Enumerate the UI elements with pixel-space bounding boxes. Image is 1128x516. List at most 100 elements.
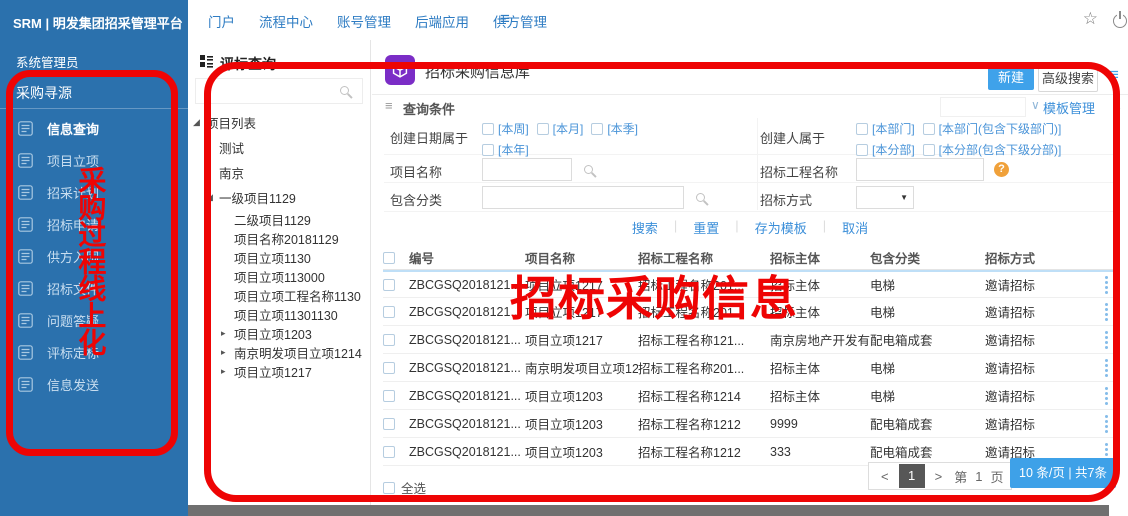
nav-item[interactable]: 流程中心 xyxy=(259,11,313,31)
template-select-input[interactable] xyxy=(940,97,1026,117)
row-checkbox[interactable] xyxy=(383,446,395,458)
tender-method-select[interactable]: ▼ xyxy=(856,186,914,209)
checkbox-option[interactable]: [本月] xyxy=(537,120,584,137)
new-button[interactable]: 新建 xyxy=(988,66,1034,90)
row-actions-icon[interactable] xyxy=(1105,303,1108,306)
page-number-input[interactable]: 1 xyxy=(971,469,986,484)
tree-collapsed-icon[interactable]: ▸ xyxy=(221,366,234,377)
tender-project-input[interactable] xyxy=(856,158,984,181)
list-view-icon[interactable]: ≡ xyxy=(1109,65,1119,85)
action-3[interactable]: 取消 xyxy=(842,218,868,237)
select-all-checkbox[interactable] xyxy=(383,482,395,494)
action-2[interactable]: 存为模板 xyxy=(755,218,807,237)
sidebar-item[interactable]: 供方入围› xyxy=(0,240,188,272)
tree-node[interactable]: ▸测试 xyxy=(188,135,371,160)
tree-node[interactable]: 项目立项1130 xyxy=(188,248,371,267)
row-checkbox[interactable] xyxy=(383,390,395,402)
header-checkbox[interactable] xyxy=(383,252,395,264)
help-icon[interactable]: ? xyxy=(994,162,1009,177)
checkbox[interactable] xyxy=(537,123,549,135)
table-row[interactable]: ZBCGSQ2018121...南京明发项目立项12...招标工程名称201..… xyxy=(383,354,1120,382)
row-actions-icon[interactable] xyxy=(1105,359,1108,362)
logout-power-icon[interactable] xyxy=(1113,14,1127,28)
row-checkbox[interactable] xyxy=(383,418,395,430)
tree-node[interactable]: 二级项目1129 xyxy=(188,210,371,229)
row-actions-icon[interactable] xyxy=(1105,331,1108,334)
checkbox[interactable] xyxy=(856,144,868,156)
tree-collapsed-icon[interactable]: ▸ xyxy=(206,142,219,153)
sidebar-item[interactable]: 招标文件› xyxy=(0,272,188,304)
checkbox[interactable] xyxy=(923,123,935,135)
action-0[interactable]: 搜索 xyxy=(632,218,658,237)
tree-collapsed-icon[interactable]: ▸ xyxy=(221,328,234,339)
tree-node[interactable]: ◢一级项目1129 xyxy=(188,185,371,210)
tree-node[interactable]: 项目名称20181129 xyxy=(188,229,371,248)
page-current-button[interactable]: 1 xyxy=(899,464,925,488)
page-next-button[interactable]: > xyxy=(927,469,951,484)
tree-node[interactable]: ▸南京明发项目立项1214 xyxy=(188,343,371,362)
row-actions-icon[interactable] xyxy=(1105,387,1108,390)
chevron-down-icon[interactable]: ∨ xyxy=(1031,98,1040,112)
tree-node[interactable]: 项目立项113000 xyxy=(188,267,371,286)
tree-collapsed-icon[interactable]: ▸ xyxy=(206,167,219,178)
page-size-info[interactable]: 10 条/页 | 共7条 xyxy=(1010,458,1116,488)
template-manage-link[interactable]: 模板管理 xyxy=(1043,98,1095,117)
table-row[interactable]: ZBCGSQ2018121...项目立项1203招标工程名称12129999配电… xyxy=(383,410,1120,438)
row-actions-icon[interactable] xyxy=(1105,415,1108,418)
checkbox[interactable] xyxy=(591,123,603,135)
category-input[interactable] xyxy=(482,186,684,209)
search-icon[interactable] xyxy=(584,165,593,174)
sidebar-item[interactable]: 问题答疑› xyxy=(0,304,188,336)
tree-node[interactable]: ▸项目立项1203 xyxy=(188,324,371,343)
row-checkbox[interactable] xyxy=(383,306,395,318)
checkbox[interactable] xyxy=(856,123,868,135)
row-checkbox[interactable] xyxy=(383,279,395,291)
checkbox-option[interactable]: [本分部(包含下级分部)] xyxy=(923,141,1062,158)
favorite-star-icon[interactable]: ☆ xyxy=(1083,9,1098,29)
menu-icon[interactable]: ≡ xyxy=(500,9,510,29)
collapse-panel-icon[interactable]: ∧ xyxy=(1113,98,1122,112)
checkbox-option[interactable]: [本部门] xyxy=(856,120,915,137)
tree-node[interactable]: ▸项目立项1217 xyxy=(188,362,371,381)
table-row[interactable]: ZBCGSQ2018121...项目立项1217招标工程名称201...招标主体… xyxy=(383,270,1120,298)
project-name-input[interactable] xyxy=(482,158,572,181)
sidebar-item[interactable]: 项目立项› xyxy=(0,144,188,176)
sidebar-item[interactable]: 招采计划› xyxy=(0,176,188,208)
table-row[interactable]: ZBCGSQ2018121...项目立项1217招标工程名称201...招标主体… xyxy=(383,298,1120,326)
nav-item[interactable]: 账号管理 xyxy=(337,11,391,31)
page-prev-button[interactable]: < xyxy=(873,469,897,484)
row-checkbox[interactable] xyxy=(383,334,395,346)
table-row[interactable]: ZBCGSQ2018121...项目立项1217招标工程名称121...南京房地… xyxy=(383,326,1120,354)
select-all-control[interactable]: 全选 xyxy=(383,478,426,497)
tree-expanded-icon[interactable]: ◢ xyxy=(193,117,206,128)
sidebar-item[interactable]: 评标定标› xyxy=(0,336,188,368)
sidebar-section-title[interactable]: 采购寻源 xyxy=(16,83,72,103)
sidebar-item[interactable]: 信息查询› xyxy=(0,112,188,144)
checkbox[interactable] xyxy=(482,144,494,156)
checkbox-option[interactable]: [本周] xyxy=(482,120,529,137)
checkbox[interactable] xyxy=(482,123,494,135)
checkbox-option[interactable]: [本年] xyxy=(482,141,529,158)
advanced-search-button[interactable]: 高级搜索 xyxy=(1038,65,1098,92)
row-checkbox[interactable] xyxy=(383,362,395,374)
checkbox-option[interactable]: [本部门(包含下级部门)] xyxy=(923,120,1062,137)
nav-item[interactable]: 后端应用 xyxy=(415,11,469,31)
checkbox-option[interactable]: [本季] xyxy=(591,120,638,137)
tree-node[interactable]: ◢项目列表 xyxy=(188,110,371,135)
row-actions-icon[interactable] xyxy=(1105,443,1108,446)
sidebar-item[interactable]: 信息发送› xyxy=(0,368,188,400)
tree-collapsed-icon[interactable]: ▸ xyxy=(221,347,234,358)
nav-item[interactable]: 门户 xyxy=(208,11,235,31)
checkbox-option[interactable]: [本分部] xyxy=(856,141,915,158)
tree-search-input[interactable] xyxy=(202,81,342,101)
search-icon[interactable] xyxy=(340,86,349,95)
tree-node[interactable]: 项目立项11301130 xyxy=(188,305,371,324)
sidebar-item[interactable]: 招标申请› xyxy=(0,208,188,240)
tree-expanded-icon[interactable]: ◢ xyxy=(206,192,219,203)
row-actions-icon[interactable] xyxy=(1105,276,1108,279)
action-1[interactable]: 重置 xyxy=(693,218,719,237)
tree-node[interactable]: ▸南京 xyxy=(188,160,371,185)
checkbox[interactable] xyxy=(923,144,935,156)
search-icon[interactable] xyxy=(696,193,705,202)
tree-node[interactable]: 项目立项工程名称1130 xyxy=(188,286,371,305)
